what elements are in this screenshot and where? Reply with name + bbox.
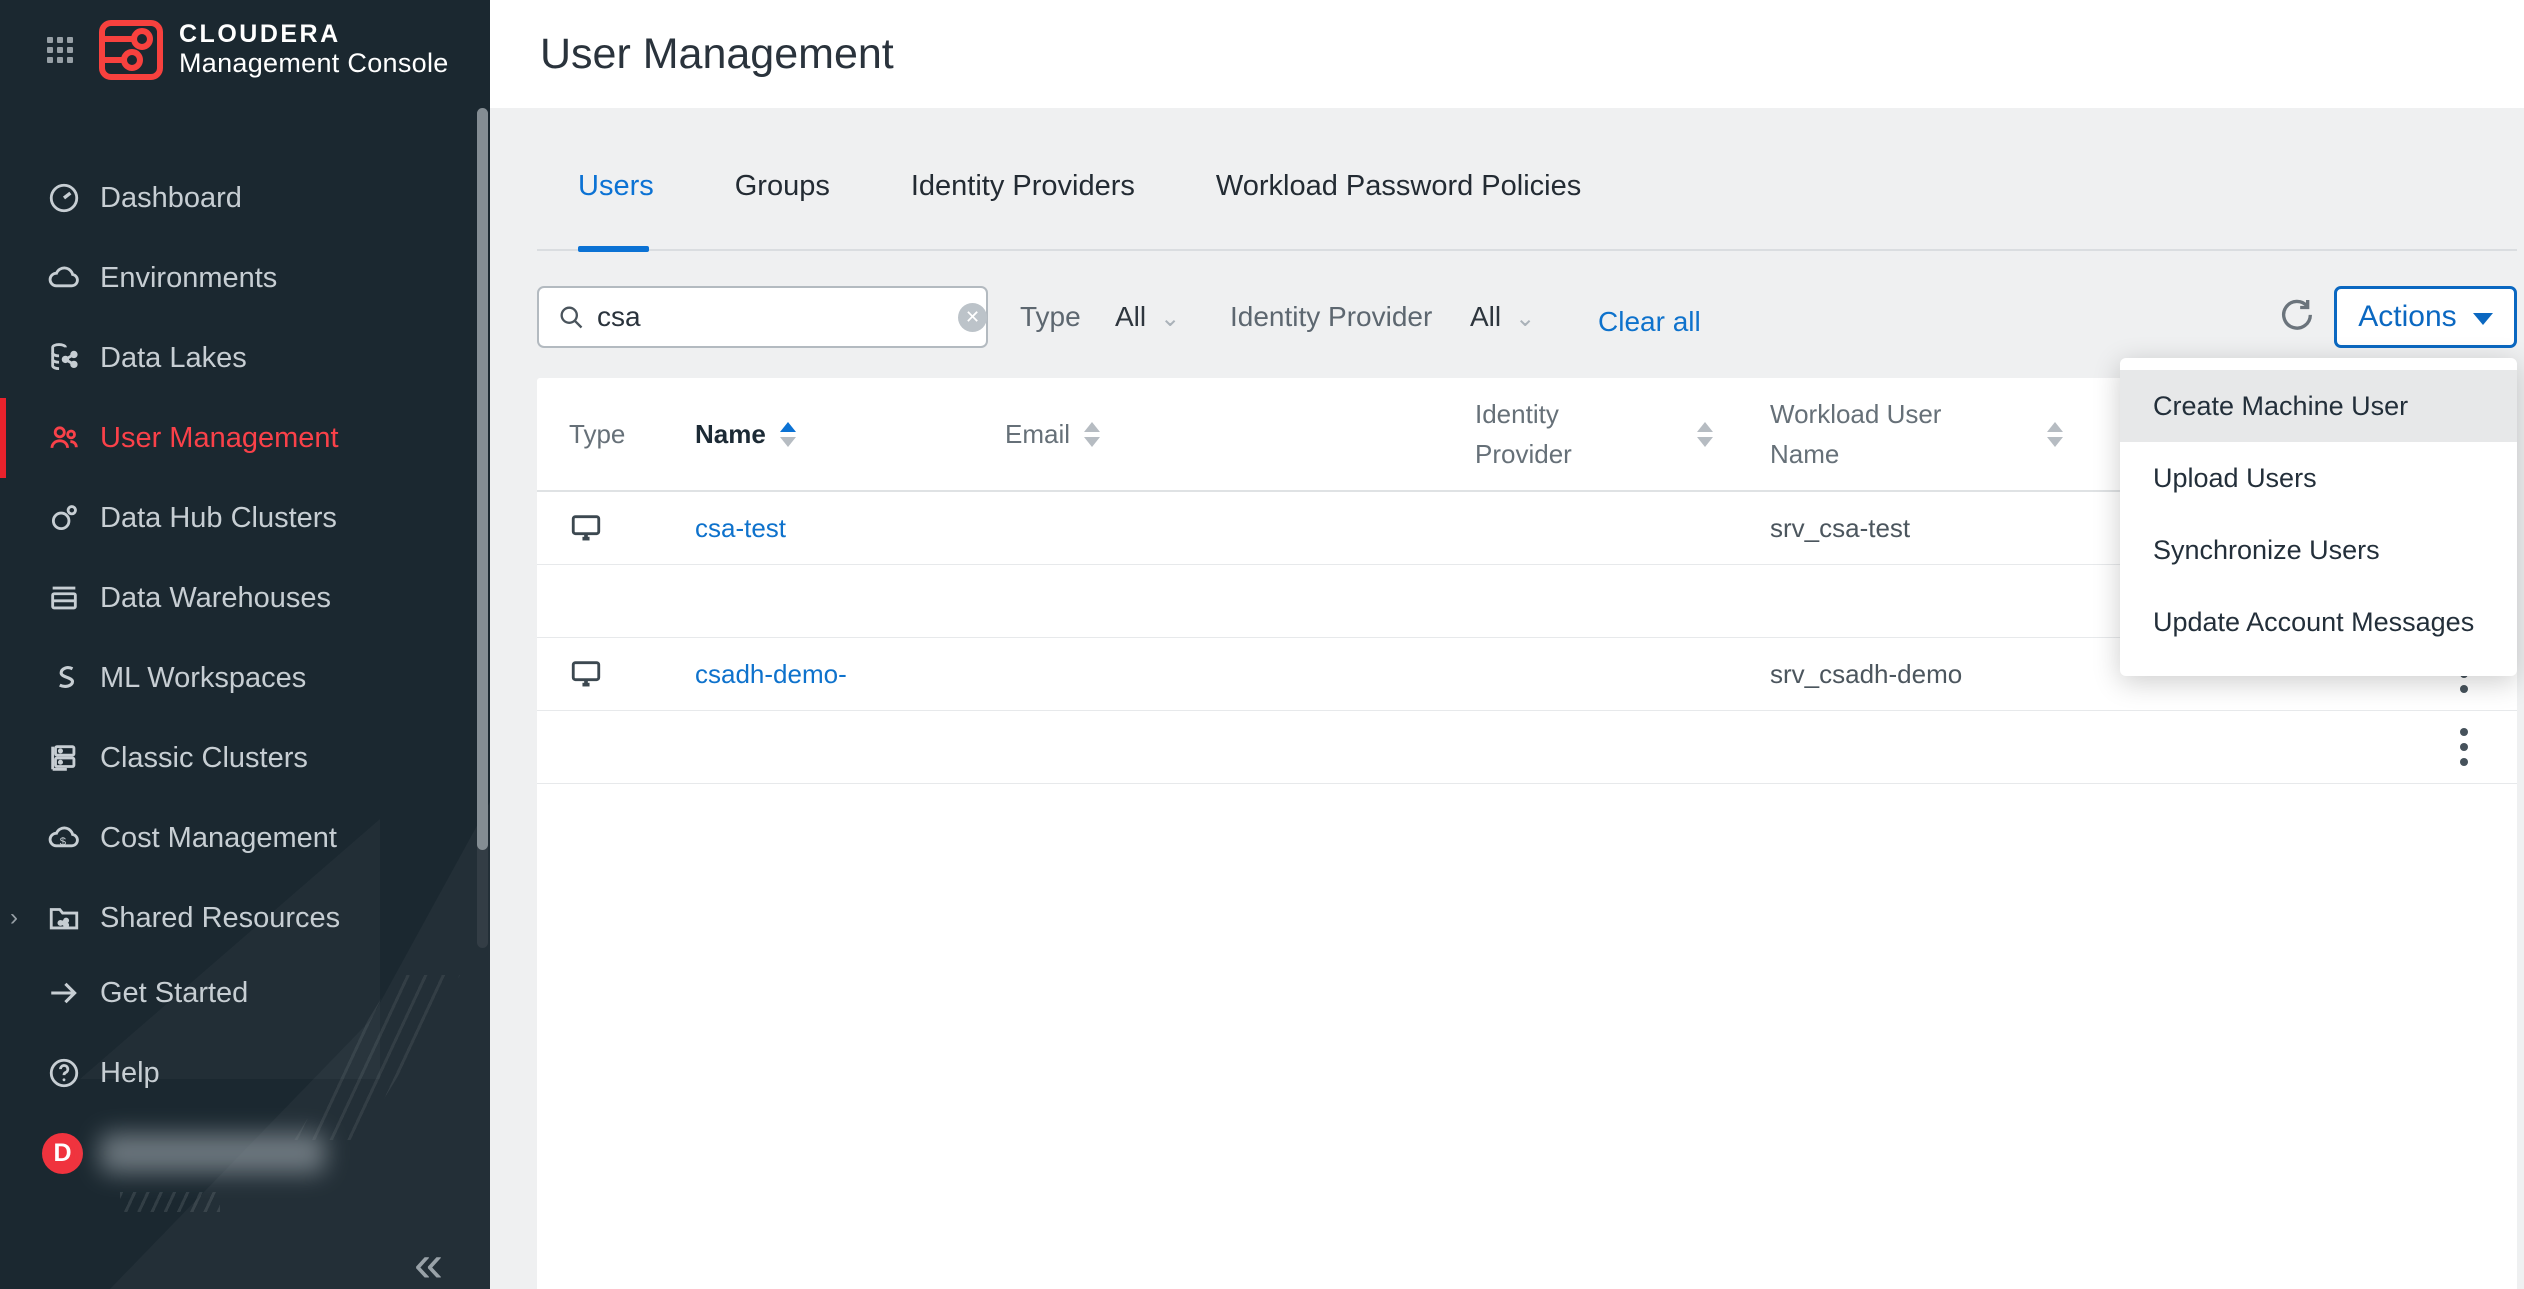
- sidebar-collapse-icon[interactable]: «: [414, 1238, 443, 1289]
- avatar[interactable]: D: [42, 1133, 83, 1174]
- actions-dropdown-menu: Create Machine User Upload Users Synchro…: [2120, 358, 2517, 676]
- sidebar-item-dashboard[interactable]: Dashboard: [0, 158, 478, 238]
- menu-item-upload-users[interactable]: Upload Users: [2120, 442, 2517, 514]
- row-actions-kebab-icon[interactable]: [2450, 722, 2478, 772]
- sort-icons-workload[interactable]: [2047, 422, 2063, 447]
- chevron-down-icon: ⌄: [1515, 305, 1535, 332]
- arrow-right-icon: [47, 976, 81, 1010]
- tab-identity-providers[interactable]: Identity Providers: [911, 170, 1135, 229]
- col-header-type[interactable]: Type: [569, 419, 695, 450]
- expand-chevron-icon[interactable]: ›: [10, 904, 18, 932]
- clear-all-link[interactable]: Clear all: [1598, 306, 1701, 338]
- sidebar-item-data-hub-clusters[interactable]: Data Hub Clusters: [0, 478, 478, 558]
- sort-icons-email[interactable]: [1084, 422, 1100, 447]
- sidebar-item-user-management[interactable]: User Management: [0, 398, 478, 478]
- user-name-link[interactable]: csa-test: [695, 513, 1005, 544]
- caret-down-icon: [2473, 313, 2493, 325]
- table-row-redacted: [537, 711, 2517, 784]
- user-profile[interactable]: D: [0, 1113, 478, 1193]
- content-area: Users Groups Identity Providers Workload…: [490, 108, 2524, 1289]
- tab-groups[interactable]: Groups: [735, 170, 830, 229]
- sidebar-nav: Dashboard Environments Data Lakes: [0, 158, 478, 958]
- user-name-redacted: [100, 1133, 325, 1173]
- sidebar-item-ml-workspaces[interactable]: ML Workspaces: [0, 638, 478, 718]
- idp-filter-label: Identity Provider: [1230, 301, 1432, 333]
- shared-folder-icon: [47, 901, 81, 935]
- sidebar-item-help[interactable]: Help: [0, 1033, 478, 1113]
- sidebar-item-get-started[interactable]: Get Started: [0, 953, 478, 1033]
- cost-cloud-icon: $: [47, 821, 81, 855]
- machine-user-icon: [569, 511, 695, 545]
- col-header-email[interactable]: Email: [1005, 419, 1475, 450]
- sidebar-item-data-lakes[interactable]: Data Lakes: [0, 318, 478, 398]
- data-lake-icon: [47, 341, 81, 375]
- active-tab-indicator: [578, 246, 649, 252]
- data-hub-icon: [47, 501, 81, 535]
- help-icon: [47, 1056, 81, 1090]
- type-filter-label: Type: [1020, 301, 1081, 333]
- idp-filter-select[interactable]: All⌄: [1470, 301, 1535, 333]
- col-header-name[interactable]: Name: [695, 419, 1005, 450]
- refresh-icon[interactable]: [2277, 296, 2317, 336]
- sidebar: CLOUDERA Management Console Dashboard En…: [0, 0, 490, 1289]
- search-input[interactable]: [597, 301, 958, 333]
- main-area: User Management Users Groups Identity Pr…: [490, 0, 2524, 1289]
- sidebar-item-environments[interactable]: Environments: [0, 238, 478, 318]
- cloud-icon: [47, 261, 81, 295]
- tab-workload-password-policies[interactable]: Workload Password Policies: [1216, 170, 1581, 229]
- app-switcher-icon[interactable]: [47, 37, 73, 63]
- sidebar-scrollbar-thumb[interactable]: [477, 108, 488, 850]
- type-filter-select[interactable]: All⌄: [1115, 301, 1180, 333]
- sidebar-item-cost-management[interactable]: $ Cost Management: [0, 798, 478, 878]
- cloudera-logo-icon[interactable]: [99, 20, 163, 80]
- search-box: ✕: [537, 286, 988, 348]
- decorative-hatch-2: [120, 1192, 220, 1212]
- users-icon: [47, 421, 81, 455]
- dashboard-icon: [47, 181, 81, 215]
- sidebar-footer: Get Started Help D: [0, 953, 478, 1193]
- ml-icon: [47, 661, 81, 695]
- sort-icons-name[interactable]: [780, 422, 796, 447]
- tab-bar: Users Groups Identity Providers Workload…: [578, 170, 1581, 229]
- user-name-link[interactable]: csadh-demo-: [695, 659, 1005, 690]
- page-header: User Management: [490, 0, 2524, 108]
- actions-button[interactable]: Actions: [2334, 286, 2517, 348]
- warehouse-icon: [47, 581, 81, 615]
- filter-row: ✕ Type All⌄ Identity Provider All⌄ Clear…: [537, 286, 2517, 350]
- rack-icon: [47, 741, 81, 775]
- svg-text:$: $: [60, 836, 67, 848]
- sidebar-item-classic-clusters[interactable]: Classic Clusters: [0, 718, 478, 798]
- menu-item-create-machine-user[interactable]: Create Machine User: [2120, 370, 2517, 442]
- page-title: User Management: [540, 30, 894, 79]
- search-icon: [557, 303, 585, 331]
- logo-row: CLOUDERA Management Console: [0, 0, 490, 100]
- menu-item-update-account-messages[interactable]: Update Account Messages: [2120, 586, 2517, 658]
- col-header-identity-provider[interactable]: Identity Provider: [1475, 394, 1770, 475]
- sort-icons-idp[interactable]: [1697, 422, 1713, 447]
- menu-item-synchronize-users[interactable]: Synchronize Users: [2120, 514, 2517, 586]
- chevron-down-icon: ⌄: [1160, 305, 1180, 332]
- sidebar-item-shared-resources[interactable]: › Shared Resources: [0, 878, 478, 958]
- brand-name: CLOUDERA: [179, 21, 449, 49]
- machine-user-icon: [569, 657, 695, 691]
- tab-users[interactable]: Users: [578, 170, 654, 229]
- tab-divider: [537, 249, 2517, 251]
- brand-text: CLOUDERA Management Console: [179, 21, 449, 78]
- clear-search-icon[interactable]: ✕: [958, 303, 987, 332]
- brand-product: Management Console: [179, 49, 449, 79]
- sidebar-item-data-warehouses[interactable]: Data Warehouses: [0, 558, 478, 638]
